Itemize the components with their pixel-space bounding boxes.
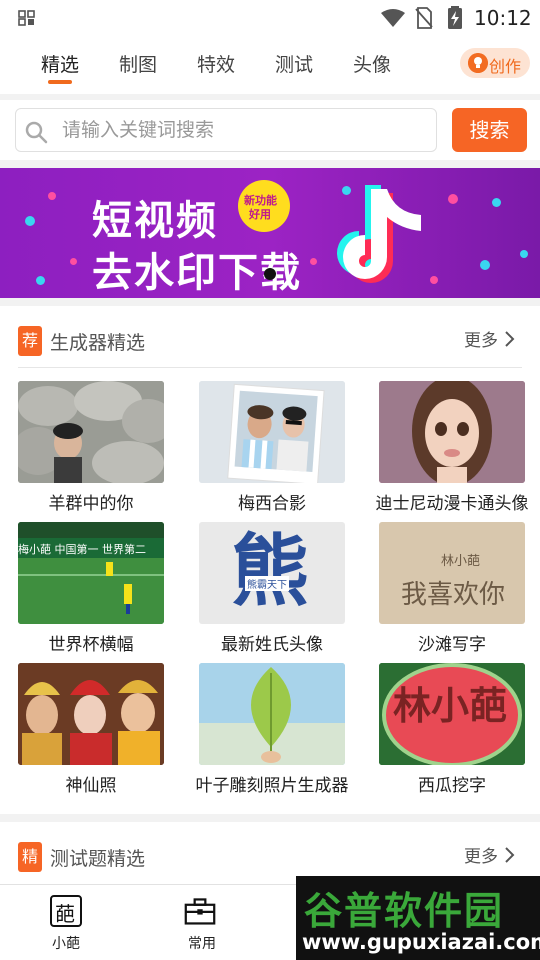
carousel-indicator bbox=[264, 268, 276, 280]
generator-card[interactable]: 神仙照 bbox=[18, 663, 164, 796]
cartoon-portrait-thumbnail bbox=[379, 381, 525, 483]
immortal-photo-thumbnail bbox=[18, 663, 164, 765]
recommend-badge: 荐 bbox=[18, 326, 42, 356]
world-cup-banner-thumbnail: 梅小葩 中国第一 世界第二 bbox=[18, 522, 164, 624]
watermelon-carving-thumbnail: 林小葩 bbox=[379, 663, 525, 765]
chevron-right-icon[interactable] bbox=[504, 846, 516, 864]
watermelon-text: 林小葩 bbox=[393, 684, 508, 728]
featured-badge: 精 bbox=[18, 842, 42, 872]
messi-photo-thumbnail bbox=[199, 381, 345, 483]
card-caption: 神仙照 bbox=[65, 776, 117, 796]
card-caption: 羊群中的你 bbox=[48, 494, 134, 514]
search-button[interactable]: 搜索 bbox=[452, 108, 527, 152]
nav-item-home[interactable]: 葩 小葩 bbox=[26, 895, 106, 955]
generator-card[interactable]: 羊群中的你 bbox=[18, 381, 164, 514]
card-caption: 叶子雕刻照片生成器 bbox=[195, 776, 349, 796]
wifi-icon bbox=[381, 9, 405, 27]
generator-card[interactable]: 迪士尼动漫卡通头像 bbox=[376, 381, 529, 514]
card-caption: 沙滩写字 bbox=[418, 635, 486, 655]
quiz-section: 精 测试题精选 更多 bbox=[0, 822, 540, 884]
section-header: 荐 生成器精选 更多 bbox=[0, 306, 540, 368]
tab-make-image[interactable]: 制图 bbox=[119, 50, 157, 77]
watermark-line1: 谷普软件园 bbox=[304, 889, 505, 933]
card-caption: 最新姓氏头像 bbox=[221, 635, 323, 655]
more-link[interactable]: 更多 bbox=[464, 842, 498, 867]
generator-section: 荐 生成器精选 更多 羊群中的你 梅西合影 迪士尼动漫卡通头像 梅小葩 中国第一… bbox=[0, 306, 540, 814]
leaf-carving-thumbnail bbox=[199, 663, 345, 765]
search-icon bbox=[25, 121, 48, 144]
generator-card[interactable]: 叶子雕刻照片生成器 bbox=[196, 663, 349, 796]
tiktok-logo-icon bbox=[337, 185, 421, 283]
badge-text-line2: 好用 bbox=[249, 208, 271, 221]
app-screen: 10:12 精选 制图 特效 测试 头像 创作 搜索 bbox=[0, 0, 540, 960]
app-logo-icon: 葩 bbox=[50, 895, 82, 927]
tab-avatar[interactable]: 头像 bbox=[353, 50, 391, 77]
tab-quiz[interactable]: 测试 bbox=[275, 50, 313, 77]
tab-featured[interactable]: 精选 bbox=[41, 50, 79, 77]
surname-avatar-thumbnail: 熊 熊霸天下 bbox=[199, 522, 345, 624]
site-watermark: 谷普软件园 www.gupuxiazai.com bbox=[296, 876, 540, 960]
nav-item-common[interactable]: 常用 bbox=[162, 895, 242, 955]
divider bbox=[18, 367, 522, 368]
divider bbox=[0, 160, 540, 168]
section-title: 生成器精选 bbox=[50, 332, 146, 354]
watermark-line2: www.gupuxiazai.com bbox=[302, 930, 540, 954]
divider bbox=[0, 298, 540, 306]
surname-subtext: 熊霸天下 bbox=[245, 576, 289, 591]
tab-effects[interactable]: 特效 bbox=[197, 50, 235, 77]
promo-banner[interactable]: 短视频 去水印下载 新功能 好用 bbox=[0, 168, 540, 298]
active-tab-indicator bbox=[48, 80, 72, 84]
sheep-photo-thumbnail bbox=[18, 381, 164, 483]
chevron-right-icon[interactable] bbox=[504, 330, 516, 348]
generator-card[interactable]: 林小葩 西瓜挖字 bbox=[379, 663, 525, 796]
battery-charging-icon bbox=[448, 6, 462, 29]
create-button[interactable]: 创作 bbox=[460, 48, 530, 78]
sand-text-line1: 林小葩 bbox=[441, 554, 481, 569]
card-caption: 梅西合影 bbox=[238, 494, 306, 514]
generator-card[interactable]: 熊 熊霸天下 最新姓氏头像 bbox=[199, 522, 345, 655]
card-caption: 迪士尼动漫卡通头像 bbox=[375, 494, 529, 514]
divider bbox=[0, 814, 540, 822]
search-bar: 搜索 bbox=[0, 100, 540, 160]
apps-icon bbox=[18, 10, 35, 26]
toolbox-icon bbox=[184, 898, 216, 925]
section-title: 测试题精选 bbox=[50, 848, 146, 870]
sand-writing-thumbnail: 林小葩 我喜欢你 bbox=[379, 522, 525, 624]
status-bar: 10:12 bbox=[0, 0, 540, 36]
card-caption: 西瓜挖字 bbox=[418, 776, 486, 796]
sand-text-line2: 我喜欢你 bbox=[401, 580, 506, 610]
top-tab-bar: 精选 制图 特效 测试 头像 创作 bbox=[0, 36, 540, 94]
no-sim-icon bbox=[415, 7, 433, 29]
clock: 10:12 bbox=[474, 6, 532, 30]
more-link[interactable]: 更多 bbox=[464, 326, 498, 351]
generator-card[interactable]: 林小葩 我喜欢你 沙滩写字 bbox=[379, 522, 525, 655]
generator-card[interactable]: 梅小葩 中国第一 世界第二 世界杯横幅 bbox=[18, 522, 164, 655]
card-caption: 世界杯横幅 bbox=[48, 635, 134, 655]
nav-label: 小葩 bbox=[52, 936, 80, 952]
banner-title-line1: 短视频 bbox=[92, 198, 218, 244]
lightbulb-icon bbox=[468, 53, 488, 73]
search-box[interactable] bbox=[15, 108, 437, 152]
nav-label: 常用 bbox=[188, 936, 216, 952]
create-button-label: 创作 bbox=[489, 57, 522, 76]
banner-text: 梅小葩 中国第一 世界第二 bbox=[18, 543, 146, 556]
surname-glyph: 熊 bbox=[231, 527, 310, 617]
generator-card[interactable]: 梅西合影 bbox=[199, 381, 345, 514]
search-input[interactable] bbox=[62, 115, 422, 145]
